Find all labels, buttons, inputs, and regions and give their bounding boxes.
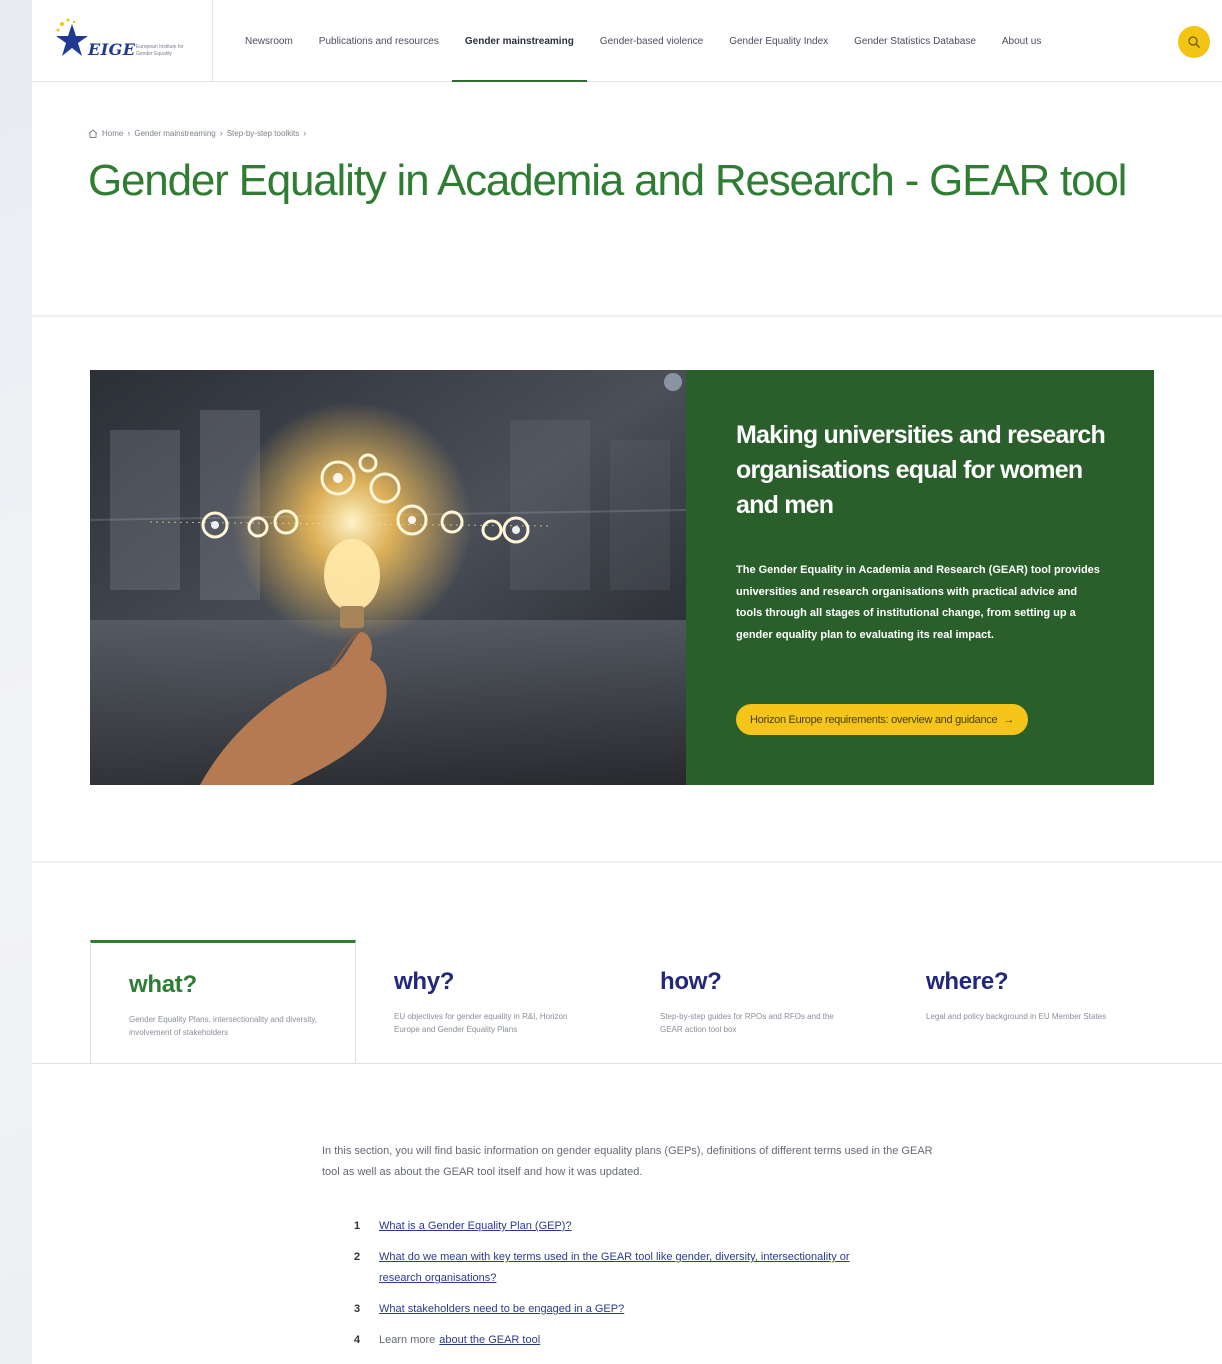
- tab-title: what?: [129, 971, 197, 998]
- list-item: 4 Learn more about the GEAR tool: [354, 1330, 874, 1351]
- section-tabs: what? Gender Equality Plans, intersectio…: [90, 940, 1222, 1064]
- tab-description: Legal and policy background in EU Member…: [926, 1012, 1107, 1021]
- tab-title: where?: [926, 968, 1009, 995]
- link-key-terms[interactable]: What do we mean with key terms used in t…: [379, 1251, 850, 1284]
- chevron-right-icon: ›: [127, 128, 131, 138]
- nav-item-gender-statistics-database[interactable]: Gender Statistics Database: [841, 0, 989, 82]
- home-icon[interactable]: [88, 128, 98, 138]
- learn-more-text: Learn more: [379, 1334, 436, 1346]
- close-icon[interactable]: [664, 373, 682, 391]
- tab-description: Step-by-step guides for RPOs and RFOs an…: [660, 1012, 834, 1034]
- list-item: 3 What stakeholders need to be engaged i…: [354, 1299, 874, 1320]
- logo-tagline: European Institute for Gender Equality: [136, 44, 184, 57]
- tab-title: how?: [660, 968, 722, 995]
- lightbulb-illustration: [90, 370, 686, 785]
- link-what-is-gep[interactable]: What is a Gender Equality Plan (GEP)?: [379, 1220, 572, 1232]
- page-container: EIGE European Institute for Gender Equal…: [32, 0, 1222, 1364]
- nav-item-gender-equality-index[interactable]: Gender Equality Index: [716, 0, 841, 82]
- tab-title: why?: [394, 968, 455, 995]
- hero-image: [90, 370, 686, 785]
- breadcrumb-home[interactable]: Home: [102, 129, 123, 138]
- site-header: EIGE European Institute for Gender Equal…: [32, 0, 1222, 82]
- tab-how[interactable]: how? Step-by-step guides for RPOs and RF…: [622, 940, 888, 1064]
- list-number: 1: [354, 1220, 361, 1232]
- search-button[interactable]: [1178, 26, 1210, 58]
- hero-banner: Making universities and research organis…: [90, 370, 1154, 785]
- hero-description: The Gender Equality in Academia and Rese…: [736, 564, 1100, 641]
- tab-description: Gender Equality Plans, intersectionality…: [129, 1015, 317, 1037]
- arrow-right-icon: →: [1003, 713, 1015, 726]
- tab-what[interactable]: what? Gender Equality Plans, intersectio…: [90, 940, 356, 1064]
- header-separator: [212, 0, 213, 82]
- breadcrumb-gender-mainstreaming[interactable]: Gender mainstreaming: [134, 129, 215, 138]
- breadcrumb: Home › Gender mainstreaming › Step-by-st…: [88, 128, 306, 138]
- main-nav: Newsroom Publications and resources Gend…: [232, 0, 1054, 82]
- page-title: Gender Equality in Academia and Research…: [88, 156, 1127, 205]
- tab-where[interactable]: where? Legal and policy background in EU…: [888, 940, 1154, 1064]
- eige-logo[interactable]: EIGE European Institute for Gender Equal…: [54, 12, 194, 68]
- section-divider: [32, 315, 1222, 317]
- nav-item-gender-mainstreaming[interactable]: Gender mainstreaming: [451, 0, 587, 82]
- search-icon: [1188, 36, 1200, 48]
- horizon-europe-button-label: Horizon Europe requirements: overview an…: [750, 713, 998, 726]
- nav-item-gender-based-violence[interactable]: Gender-based violence: [587, 0, 716, 82]
- chevron-right-icon: ›: [219, 128, 223, 138]
- list-item: 1 What is a Gender Equality Plan (GEP)?: [354, 1216, 874, 1237]
- horizon-europe-button[interactable]: Horizon Europe requirements: overview an…: [736, 704, 1029, 735]
- hero-heading: Making universities and research organis…: [736, 421, 1106, 519]
- chevron-right-icon: ›: [303, 128, 307, 138]
- list-number: 2: [354, 1251, 361, 1263]
- tabs-divider: [32, 1063, 1222, 1064]
- question-list: 1 What is a Gender Equality Plan (GEP)? …: [354, 1216, 874, 1361]
- list-number: 4: [354, 1334, 361, 1346]
- list-number: 3: [354, 1303, 361, 1315]
- logo-wordmark: EIGE: [88, 40, 136, 59]
- tab-description: EU objectives for gender equality in R&I…: [394, 1012, 568, 1034]
- nav-item-newsroom[interactable]: Newsroom: [232, 0, 306, 82]
- breadcrumb-toolkits[interactable]: Step-by-step toolkits: [227, 129, 299, 138]
- list-item: 2 What do we mean with key terms used in…: [354, 1247, 874, 1289]
- intro-paragraph: In this section, you will find basic inf…: [322, 1145, 933, 1178]
- link-stakeholders[interactable]: What stakeholders need to be engaged in …: [379, 1303, 624, 1315]
- link-about-gear[interactable]: about the GEAR tool: [439, 1334, 540, 1346]
- tab-why[interactable]: why? EU objectives for gender equality i…: [356, 940, 622, 1064]
- hero-panel: Making universities and research organis…: [686, 370, 1154, 785]
- section-divider: [32, 861, 1222, 863]
- nav-item-about-us[interactable]: About us: [989, 0, 1054, 82]
- logo-star-icon: [56, 18, 88, 56]
- nav-item-publications[interactable]: Publications and resources: [306, 0, 452, 82]
